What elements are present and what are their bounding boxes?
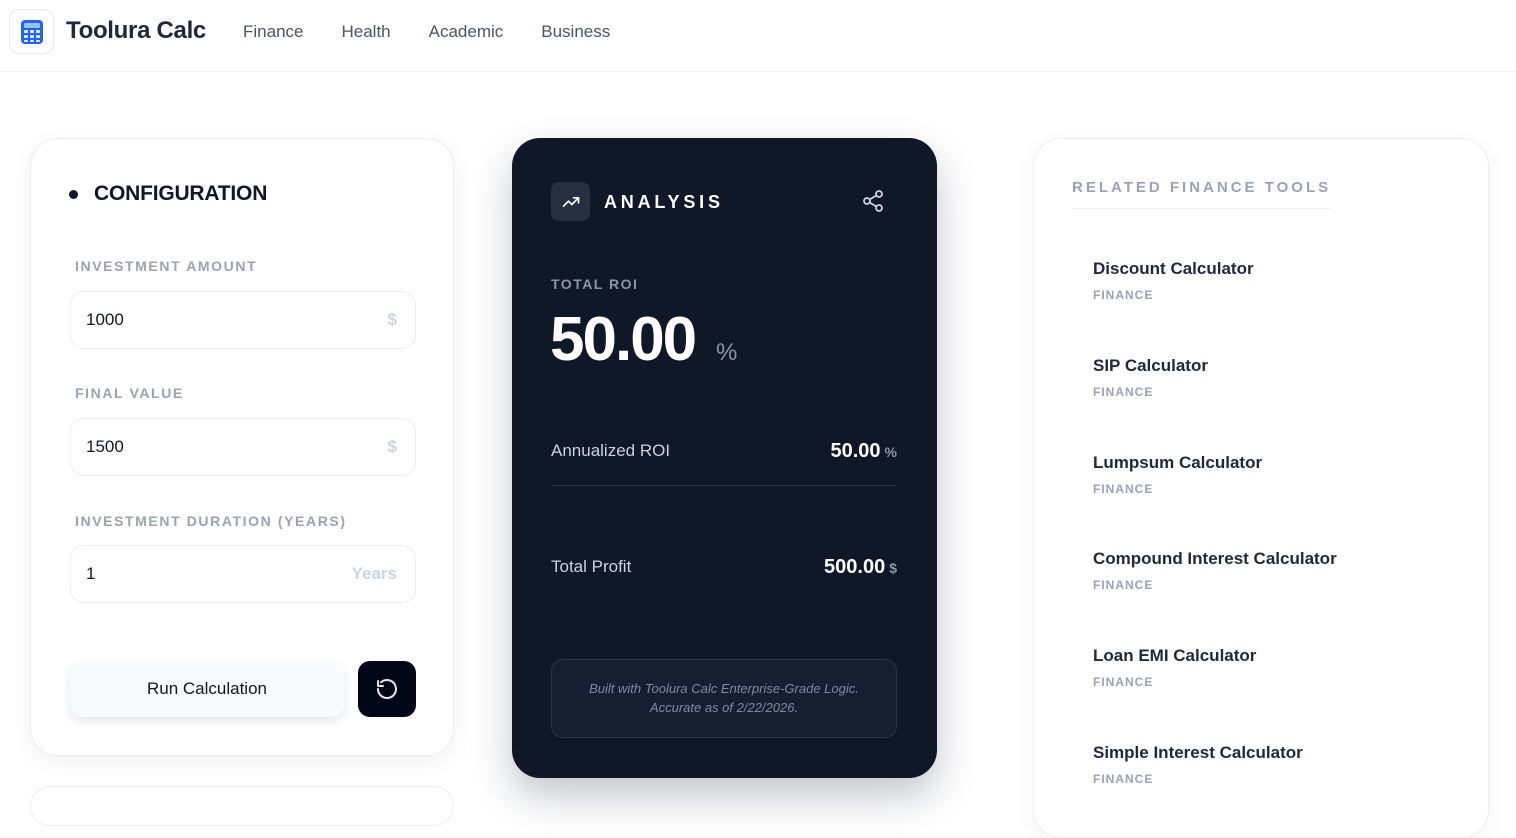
tool-category: FINANCE xyxy=(1093,772,1154,786)
analysis-title: ANALYSIS xyxy=(604,192,724,212)
tool-item-loan-emi[interactable]: Loan EMI Calculator FINANCE xyxy=(1093,646,1256,689)
bullet-dot xyxy=(69,189,78,199)
investment-amount-label: INVESTMENT AMOUNT xyxy=(75,258,258,274)
note-line-1: Built with Toolura Calc Enterprise-Grade… xyxy=(589,681,859,696)
nav-academic[interactable]: Academic xyxy=(429,22,504,42)
accuracy-note: Built with Toolura Calc Enterprise-Grade… xyxy=(551,659,897,738)
top-header: Toolura Calc Finance Health Academic Bus… xyxy=(0,0,1516,72)
total-roi-value: 50.00 xyxy=(550,305,697,374)
tool-name[interactable]: Discount Calculator xyxy=(1093,259,1254,279)
total-profit-unit: $ xyxy=(889,560,897,576)
total-roi-label: TOTAL ROI xyxy=(551,276,639,292)
main-nav: Finance Health Academic Business xyxy=(243,22,648,42)
tool-item-sip[interactable]: SIP Calculator FINANCE xyxy=(1093,356,1208,399)
tool-name[interactable]: Loan EMI Calculator xyxy=(1093,646,1256,666)
investment-duration-label: INVESTMENT DURATION (YEARS) xyxy=(75,513,347,529)
secondary-card xyxy=(30,786,454,826)
tool-category: FINANCE xyxy=(1093,288,1154,302)
tool-category: FINANCE xyxy=(1093,482,1154,496)
tool-category: FINANCE xyxy=(1093,578,1154,592)
tool-item-simple-interest[interactable]: Simple Interest Calculator FINANCE xyxy=(1093,743,1303,786)
dollar-unit: $ xyxy=(387,310,397,329)
tool-category: FINANCE xyxy=(1093,675,1154,689)
tool-name[interactable]: Compound Interest Calculator xyxy=(1093,549,1337,569)
analysis-icon-box xyxy=(551,182,590,221)
tool-item-lumpsum[interactable]: Lumpsum Calculator FINANCE xyxy=(1093,453,1262,496)
related-tools-title: RELATED FINANCE TOOLS xyxy=(1072,179,1332,209)
configuration-heading: CONFIGURATION xyxy=(69,182,267,206)
run-calculation-button[interactable]: Run Calculation xyxy=(70,661,344,717)
annualized-roi-label: Annualized ROI xyxy=(551,441,671,460)
total-profit-value-wrap: 500.00 $ xyxy=(824,556,897,579)
divider xyxy=(551,485,897,486)
years-unit: Years xyxy=(351,564,397,583)
final-value-label: FINAL VALUE xyxy=(75,385,184,401)
configuration-card: CONFIGURATION INVESTMENT AMOUNT 1000 $ F… xyxy=(30,138,454,756)
investment-duration-value[interactable]: 1 xyxy=(86,564,95,584)
total-profit-value: 500.00 xyxy=(824,556,886,578)
tool-name[interactable]: Lumpsum Calculator xyxy=(1093,453,1262,473)
final-value-value[interactable]: 1500 xyxy=(86,437,124,457)
tool-name[interactable]: SIP Calculator xyxy=(1093,356,1208,376)
brand-name[interactable]: Toolura Calc xyxy=(66,17,206,45)
rotate-ccw-icon xyxy=(377,679,397,699)
total-profit-label: Total Profit xyxy=(551,557,632,576)
nav-health[interactable]: Health xyxy=(341,22,390,42)
logo[interactable] xyxy=(9,9,54,54)
total-roi-unit: % xyxy=(716,339,738,366)
related-tools-card: RELATED FINANCE TOOLS Discount Calculato… xyxy=(1033,138,1489,838)
trending-up-icon xyxy=(562,196,579,207)
reset-button[interactable] xyxy=(358,661,416,717)
tool-category: FINANCE xyxy=(1093,385,1154,399)
investment-amount-field[interactable]: 1000 $ xyxy=(70,291,416,349)
note-line-2: Accurate as of 2/22/2026. xyxy=(649,700,799,715)
investment-duration-field[interactable]: 1 Years xyxy=(70,545,416,603)
nav-business[interactable]: Business xyxy=(541,22,610,42)
share-icon[interactable] xyxy=(861,189,885,213)
calculator-icon xyxy=(20,19,43,44)
tool-item-compound-interest[interactable]: Compound Interest Calculator FINANCE xyxy=(1093,549,1337,592)
configuration-title: CONFIGURATION xyxy=(94,182,268,205)
tool-name[interactable]: Simple Interest Calculator xyxy=(1093,743,1303,763)
investment-amount-value[interactable]: 1000 xyxy=(86,310,124,330)
analysis-card: ANALYSIS TOTAL ROI 50.00 % Annualized RO… xyxy=(512,138,937,778)
annualized-roi-value-wrap: 50.00% xyxy=(830,440,897,463)
final-value-field[interactable]: 1500 $ xyxy=(70,418,416,476)
dollar-unit: $ xyxy=(387,437,397,456)
nav-finance[interactable]: Finance xyxy=(243,22,303,42)
annualized-roi-value: 50.00 xyxy=(830,440,881,462)
annualized-roi-unit: % xyxy=(884,444,897,460)
tool-item-discount[interactable]: Discount Calculator FINANCE xyxy=(1093,259,1254,302)
